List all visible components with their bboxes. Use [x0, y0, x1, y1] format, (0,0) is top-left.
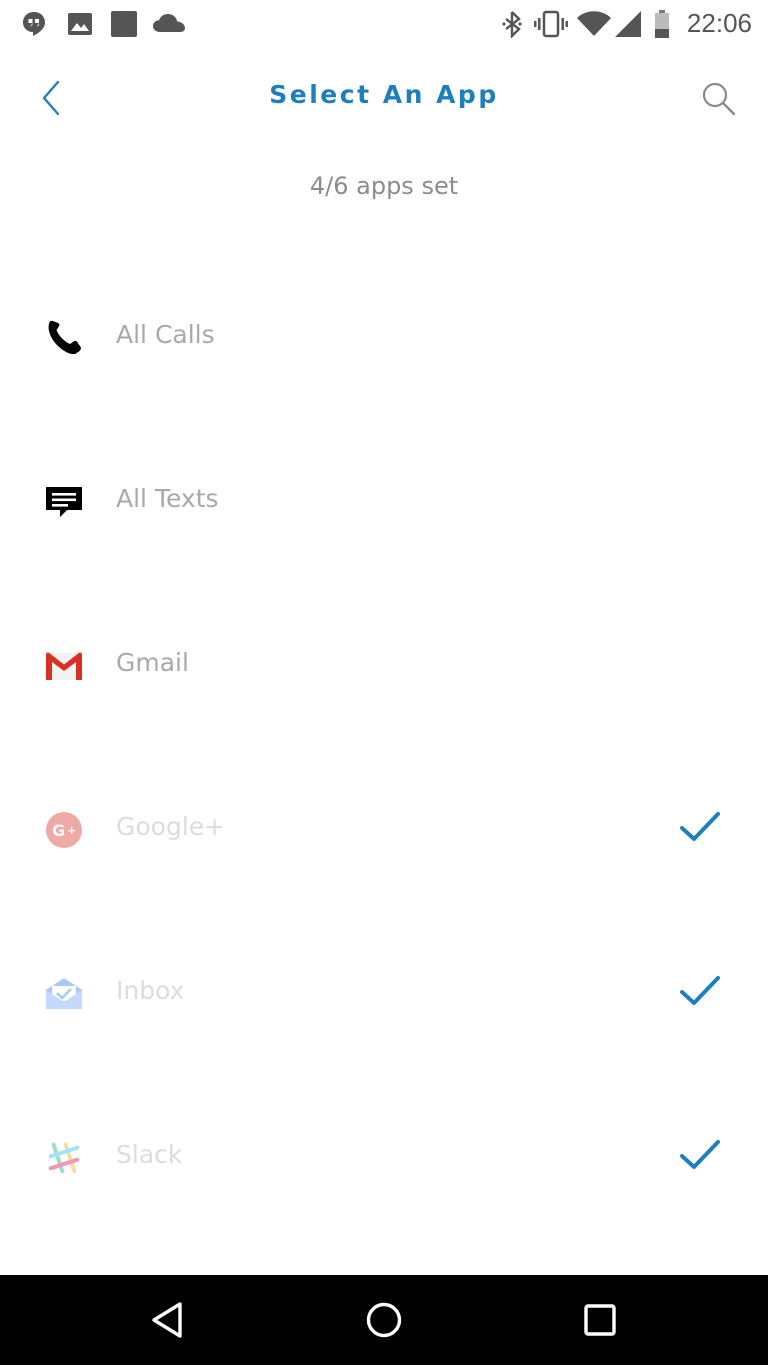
- wifi-icon: [577, 11, 611, 36]
- app-header: Select An App: [0, 48, 768, 148]
- app-label: Slack: [116, 1140, 183, 1169]
- battery-icon: [655, 10, 669, 38]
- gmail-icon: [46, 652, 82, 680]
- search-icon[interactable]: [696, 76, 740, 120]
- vibrate-icon: [534, 10, 568, 38]
- hangouts-icon: [23, 12, 45, 36]
- back-triangle-icon[interactable]: [146, 1298, 190, 1342]
- page-title: Select An App: [269, 80, 499, 109]
- app-label: All Calls: [116, 320, 215, 349]
- status-bar: 22:06: [0, 0, 768, 48]
- phone-icon: [48, 320, 81, 355]
- clock-time: 22:06: [686, 8, 752, 38]
- app-label: Gmail: [116, 648, 189, 677]
- slack-icon: [48, 1142, 80, 1174]
- screen: 22:06 Select An App 4/6 apps set All Cal…: [0, 0, 768, 1365]
- checkmark-icon: [680, 1140, 720, 1169]
- svg-text:G: G: [52, 821, 65, 840]
- app-row-all-calls[interactable]: All Calls: [0, 256, 768, 420]
- app-row-google-plus[interactable]: G + Google+: [0, 748, 768, 912]
- navigation-bar: [0, 1275, 768, 1365]
- app-label: Inbox: [116, 976, 185, 1005]
- image-icon: [68, 13, 92, 35]
- app-row-slack[interactable]: Slack: [0, 1076, 768, 1240]
- app-list: All Calls All Texts Gmail G + Google+ In…: [0, 256, 768, 1240]
- app-label: All Texts: [116, 484, 219, 513]
- checkmark-icon: [680, 976, 720, 1005]
- svg-text:+: +: [67, 824, 76, 837]
- checkmark-icon: [680, 812, 720, 841]
- recents-square-icon[interactable]: [578, 1298, 622, 1342]
- google-plus-icon: G +: [46, 812, 82, 848]
- cellular-signal-icon: [615, 11, 641, 37]
- inbox-icon: [46, 978, 82, 1009]
- app-row-all-texts[interactable]: All Texts: [0, 420, 768, 584]
- app-row-gmail[interactable]: Gmail: [0, 584, 768, 748]
- square-app-icon: [111, 11, 137, 37]
- cloud-icon: [153, 14, 185, 32]
- app-label: Google+: [116, 812, 226, 841]
- bluetooth-icon: [502, 11, 522, 38]
- message-icon: [46, 487, 82, 517]
- apps-set-count: 4/6 apps set: [309, 172, 459, 200]
- app-row-inbox[interactable]: Inbox: [0, 912, 768, 1076]
- home-circle-icon[interactable]: [362, 1298, 406, 1342]
